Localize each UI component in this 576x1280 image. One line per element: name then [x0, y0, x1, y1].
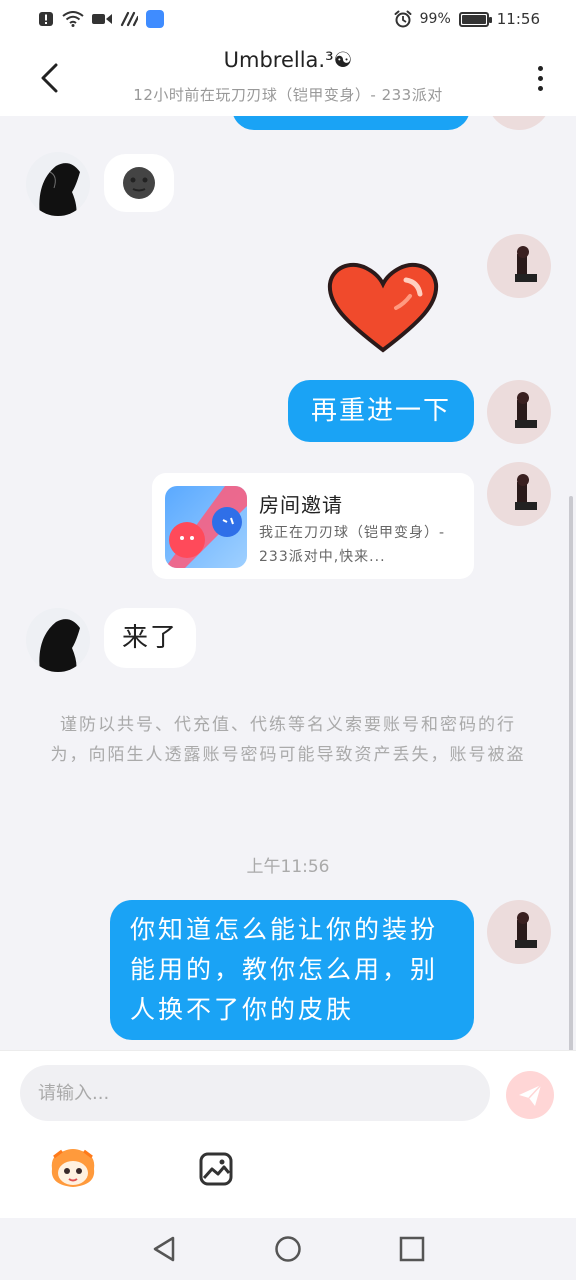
character-avatar-icon	[515, 246, 537, 282]
security-notice: 谨防以共号、代充值、代练等名义索要账号和密码的行为，向陌生人透露账号密码可能导致…	[50, 715, 526, 765]
contact-status: 12小时前在玩刀刃球（铠甲变身）- 233派对	[133, 86, 443, 104]
contact-name: Umbrella.³☯	[223, 48, 353, 72]
nav-back-button[interactable]	[144, 1229, 184, 1269]
emoji-button[interactable]	[48, 1147, 98, 1189]
my-avatar[interactable]	[487, 380, 551, 444]
message-bubble-outgoing[interactable]: 再重进一下	[288, 380, 474, 442]
my-avatar[interactable]	[487, 234, 551, 298]
image-button[interactable]	[198, 1151, 234, 1187]
message-text: 你知道怎么能让你的装扮能用的，教你怎么用，别人换不了你的皮肤	[130, 915, 439, 1024]
contact-avatar[interactable]	[26, 608, 90, 672]
video-icon	[92, 14, 112, 24]
status-icons-left	[38, 10, 164, 28]
chat-header: Umbrella.³☯ 12小时前在玩刀刃球（铠甲变身）- 233派对	[0, 38, 576, 116]
image-icon	[199, 1152, 233, 1186]
chat-message-list[interactable]: 再重进一下 房间邀请 我正在刀刃球（铠甲变身）- 233派对中,快来... 来了…	[0, 116, 576, 1050]
system-nav-bar	[0, 1218, 576, 1280]
heart-icon	[327, 262, 439, 353]
my-avatar[interactable]	[487, 462, 551, 526]
message-bubble-outgoing[interactable]: 你知道怎么能让你的装扮能用的，教你怎么用，别人换不了你的皮肤	[110, 900, 474, 1040]
battery-percent: 99%	[419, 11, 451, 27]
nav-home-icon	[275, 1236, 301, 1262]
alarm-icon	[394, 10, 412, 28]
status-time: 11:56	[496, 10, 540, 28]
message-input[interactable]	[20, 1065, 490, 1121]
invite-description: 我正在刀刃球（铠甲变身）- 233派对中,快来...	[259, 525, 446, 565]
message-timestamp: 上午11:56	[246, 857, 330, 877]
status-icons-right: 99% 11:56	[394, 10, 540, 28]
nav-recents-icon	[399, 1236, 425, 1262]
invite-title: 房间邀请	[259, 493, 343, 517]
nav-back-icon	[153, 1236, 175, 1262]
new-moon-face-icon	[123, 167, 155, 199]
emoji-face-icon	[51, 1149, 95, 1187]
contact-avatar[interactable]	[26, 152, 90, 216]
character-avatar-icon	[487, 116, 551, 130]
more-options-button[interactable]	[528, 60, 552, 96]
battery-icon	[458, 11, 492, 27]
more-dot	[537, 75, 543, 81]
send-button[interactable]	[506, 1071, 554, 1119]
silhouette-avatar-icon	[39, 163, 80, 216]
game-thumbnail	[165, 486, 247, 568]
message-bubble-incoming[interactable]	[104, 154, 174, 212]
room-invite-card[interactable]: 房间邀请 我正在刀刃球（铠甲变身）- 233派对中,快来...	[152, 473, 474, 579]
app-store-icon	[146, 10, 164, 28]
game-balls-icon	[165, 486, 247, 568]
input-bar	[0, 1050, 576, 1218]
nav-recents-button[interactable]	[392, 1229, 432, 1269]
heart-sticker[interactable]	[326, 262, 440, 354]
chat-scrollbar[interactable]	[569, 496, 573, 1050]
notification-alert-icon	[39, 12, 53, 26]
message-text: 来了	[121, 623, 178, 653]
nav-home-button[interactable]	[268, 1229, 308, 1269]
message-text: 再重进一下	[310, 396, 451, 426]
more-dot	[537, 65, 543, 71]
character-avatar-icon	[515, 392, 537, 428]
status-bar: 99% 11:56	[0, 0, 576, 38]
nfc-icon	[120, 11, 138, 27]
character-avatar-icon	[515, 912, 537, 948]
message-bubble-incoming[interactable]: 来了	[104, 608, 196, 668]
send-icon	[519, 1084, 542, 1106]
message-bubble-partial[interactable]	[232, 116, 470, 130]
silhouette-avatar-icon	[39, 619, 80, 672]
character-avatar-icon	[515, 474, 537, 510]
my-avatar[interactable]	[487, 116, 551, 130]
wifi-icon	[62, 11, 84, 27]
my-avatar[interactable]	[487, 900, 551, 964]
more-dot	[537, 85, 543, 91]
